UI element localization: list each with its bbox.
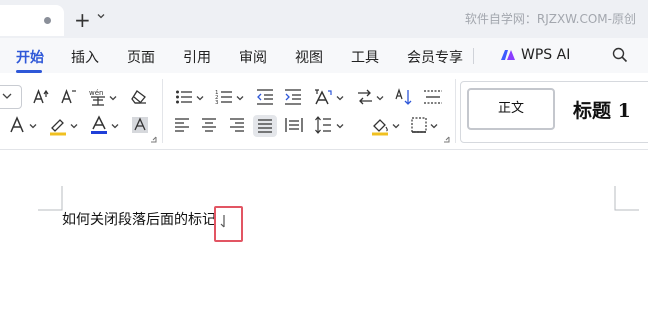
menu-tab-member[interactable]: 会员专享 xyxy=(407,47,463,67)
menu-tab-references[interactable]: 引用 xyxy=(183,47,211,67)
chevron-down-icon[interactable] xyxy=(70,122,78,130)
style-normal-label: 正文 xyxy=(497,101,524,116)
change-case-icon[interactable] xyxy=(313,88,333,106)
align-center-icon[interactable] xyxy=(201,118,217,132)
menu-divider xyxy=(473,48,474,64)
chevron-down-icon[interactable] xyxy=(336,94,344,102)
text-direction-icon[interactable] xyxy=(356,88,374,106)
text-effect-icon[interactable] xyxy=(9,116,27,134)
new-tab-button[interactable]: + xyxy=(74,10,91,30)
chevron-down-icon[interactable] xyxy=(109,94,117,102)
menu-tab-review[interactable]: 审阅 xyxy=(239,47,267,67)
justify-icon xyxy=(258,119,272,133)
align-left-icon[interactable] xyxy=(174,118,190,132)
chevron-down-icon[interactable] xyxy=(336,122,344,130)
margin-corner-top-right xyxy=(614,186,639,211)
style-normal-button[interactable]: 正文 xyxy=(467,88,555,130)
borders-icon[interactable] xyxy=(411,117,427,133)
margin-corner-top-left xyxy=(38,186,63,211)
font-color-icon[interactable] xyxy=(89,115,109,135)
shrink-font-icon[interactable] xyxy=(60,88,78,106)
phonetic-guide-icon[interactable]: wén xyxy=(88,88,108,106)
menu-tab-tools[interactable]: 工具 xyxy=(351,47,379,67)
unsaved-dot-icon xyxy=(44,17,51,24)
align-right-icon[interactable] xyxy=(229,118,245,132)
menu-tab-home[interactable]: 开始 xyxy=(16,47,44,67)
chevron-down-icon[interactable] xyxy=(376,94,384,102)
menu-tab-insert[interactable]: 插入 xyxy=(71,47,99,67)
chevron-down-icon[interactable] xyxy=(392,122,400,130)
svg-text:wén: wén xyxy=(89,89,103,97)
chevron-down-icon[interactable] xyxy=(236,94,244,102)
clear-format-icon[interactable] xyxy=(130,88,148,106)
chevron-down-icon[interactable] xyxy=(97,12,105,20)
search-icon[interactable] xyxy=(612,47,628,63)
tab-strip: + 软件自学网：RJZXW.COM-原创 xyxy=(0,0,648,38)
font-dialog-launcher-icon[interactable] xyxy=(150,136,157,143)
ribbon-group-divider xyxy=(455,79,456,143)
chevron-down-icon[interactable] xyxy=(196,94,204,102)
justify-button[interactable] xyxy=(253,115,277,137)
menu-tab-view[interactable]: 视图 xyxy=(295,47,323,67)
show-marks-icon[interactable] xyxy=(423,89,443,105)
document-tab[interactable] xyxy=(0,5,64,36)
distributed-icon[interactable] xyxy=(285,117,303,133)
grow-font-icon[interactable] xyxy=(32,88,50,106)
decrease-indent-icon[interactable] xyxy=(256,89,274,105)
paragraph-dialog-launcher-icon[interactable] xyxy=(443,136,450,143)
ribbon-toolbar: wén 1 2 3 正文 标题 1 xyxy=(0,73,648,150)
increase-indent-icon[interactable] xyxy=(284,89,302,105)
highlight-color-icon[interactable] xyxy=(48,116,68,136)
ribbon-group-divider xyxy=(162,79,163,143)
annotation-highlight-box xyxy=(214,206,243,242)
numbering-icon[interactable]: 1 2 3 xyxy=(215,89,233,105)
chevron-down-icon[interactable] xyxy=(111,122,119,130)
menu-tab-page[interactable]: 页面 xyxy=(127,47,155,67)
sort-icon[interactable] xyxy=(395,88,413,106)
character-shading-icon[interactable] xyxy=(131,116,149,134)
wps-ai-label: WPS AI xyxy=(521,47,571,63)
document-paragraph[interactable]: 如何关闭段落后面的标记 xyxy=(62,212,216,228)
chevron-down-icon[interactable] xyxy=(430,122,438,130)
style-heading1-button[interactable]: 标题 1 xyxy=(573,96,631,123)
menu-bar: 开始 插入 页面 引用 审阅 视图 工具 会员专享 WPS AI xyxy=(0,38,648,73)
watermark-text: 软件自学网：RJZXW.COM-原创 xyxy=(464,12,636,26)
wps-ai-logo-icon xyxy=(501,50,515,60)
line-spacing-icon[interactable] xyxy=(314,116,332,134)
chevron-down-icon[interactable] xyxy=(29,122,37,130)
shading-icon[interactable] xyxy=(370,116,390,136)
document-canvas[interactable]: 如何关闭段落后面的标记 xyxy=(0,150,648,329)
svg-text:3: 3 xyxy=(215,100,219,105)
chevron-down-icon[interactable] xyxy=(2,92,12,100)
styles-gallery: 正文 标题 1 xyxy=(460,81,648,143)
bullets-icon[interactable] xyxy=(175,89,193,105)
